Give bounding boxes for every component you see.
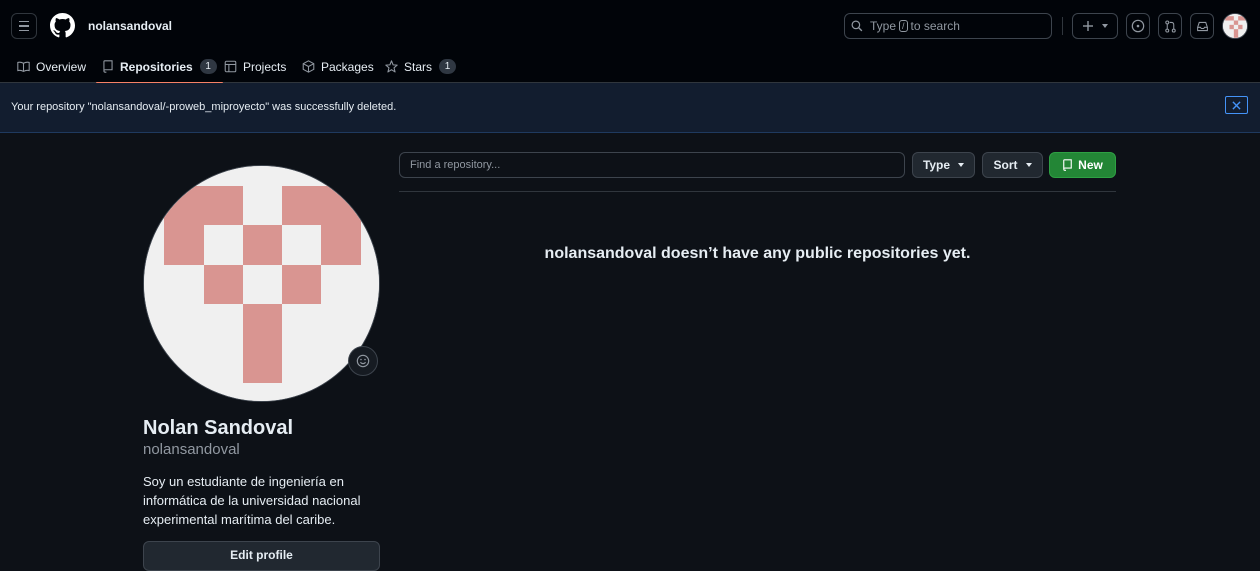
repo-icon [1063,159,1072,171]
edit-profile-button[interactable]: Edit profile [143,541,380,571]
repo-list-divider [399,191,1116,192]
tab-packages-label: Packages [321,59,374,74]
tab-projects[interactable]: Projects [224,50,286,83]
issue-opened-icon [1131,19,1145,33]
repo-icon [103,60,113,73]
repositories-count-badge: 1 [199,59,217,74]
tab-stars[interactable]: Stars 1 [385,50,457,83]
tab-overview-label: Overview [36,59,87,74]
search-placeholder-post: to search [910,19,960,33]
inbox-icon [1196,21,1208,31]
type-filter-button[interactable]: Type [912,152,975,178]
new-repository-button[interactable]: New [1049,152,1116,178]
book-icon [17,61,30,72]
identicon-icon [1223,14,1247,38]
table-icon [224,60,237,73]
flash-close-button[interactable] [1225,96,1248,114]
stars-count-badge: 1 [439,59,457,74]
global-header: nolansandoval Type / to search Overview … [0,0,1260,84]
tab-projects-label: Projects [243,59,287,74]
issues-button[interactable] [1126,13,1150,39]
tab-repositories-label: Repositories [120,59,193,74]
chevron-down-icon [1025,163,1032,167]
search-placeholder-pre: Type [870,19,897,33]
sort-button[interactable]: Sort [982,152,1043,178]
tab-stars-label: Stars [404,59,433,74]
package-icon [302,60,315,73]
top-bar: nolansandoval Type / to search [0,0,1260,50]
hamburger-icon [19,20,29,23]
header-divider [1062,17,1063,35]
new-repository-label: New [1078,158,1103,172]
pull-requests-button[interactable] [1158,13,1182,39]
empty-repositories-message: nolansandoval doesn’t have any public re… [544,245,971,262]
tab-overview[interactable]: Overview [17,50,86,83]
profile-tabs: Overview Repositories 1 Projects Package… [0,50,1260,84]
star-icon [385,60,398,73]
sort-label: Sort [993,158,1018,172]
close-icon [1232,100,1241,110]
git-pull-request-icon [1164,19,1176,33]
find-repository-input[interactable]: Find a repository... [399,152,905,178]
plus-icon [1083,21,1093,31]
chevron-down-icon [958,163,965,167]
inbox-button[interactable] [1190,13,1214,39]
identicon-icon [144,166,379,401]
chevron-down-icon [1102,24,1108,28]
type-filter-label: Type [922,158,951,172]
profile-avatar[interactable] [143,165,380,402]
profile-full-name: Nolan Sandoval [143,417,294,439]
create-new-button[interactable] [1072,13,1118,39]
tab-packages[interactable]: Packages [302,50,374,83]
menu-button[interactable] [11,13,37,39]
profile-login: nolansandoval [143,441,240,458]
flash-message: Your repository "nolansandoval/-proweb_m… [11,101,397,113]
set-status-button[interactable] [348,346,378,376]
profile-bio: Soy un estudiante de ingeniería en infor… [143,474,361,527]
context-username[interactable]: nolansandoval [88,19,172,33]
smiley-icon [356,354,370,368]
search-shortcut-key: / [899,20,908,32]
github-logo-icon[interactable] [50,13,75,38]
search-input[interactable]: Type / to search [844,13,1052,39]
search-icon [851,20,863,32]
flash-notice: Your repository "nolansandoval/-proweb_m… [0,83,1260,133]
user-avatar-menu[interactable] [1222,13,1248,39]
tab-repositories[interactable]: Repositories 1 [96,50,223,84]
